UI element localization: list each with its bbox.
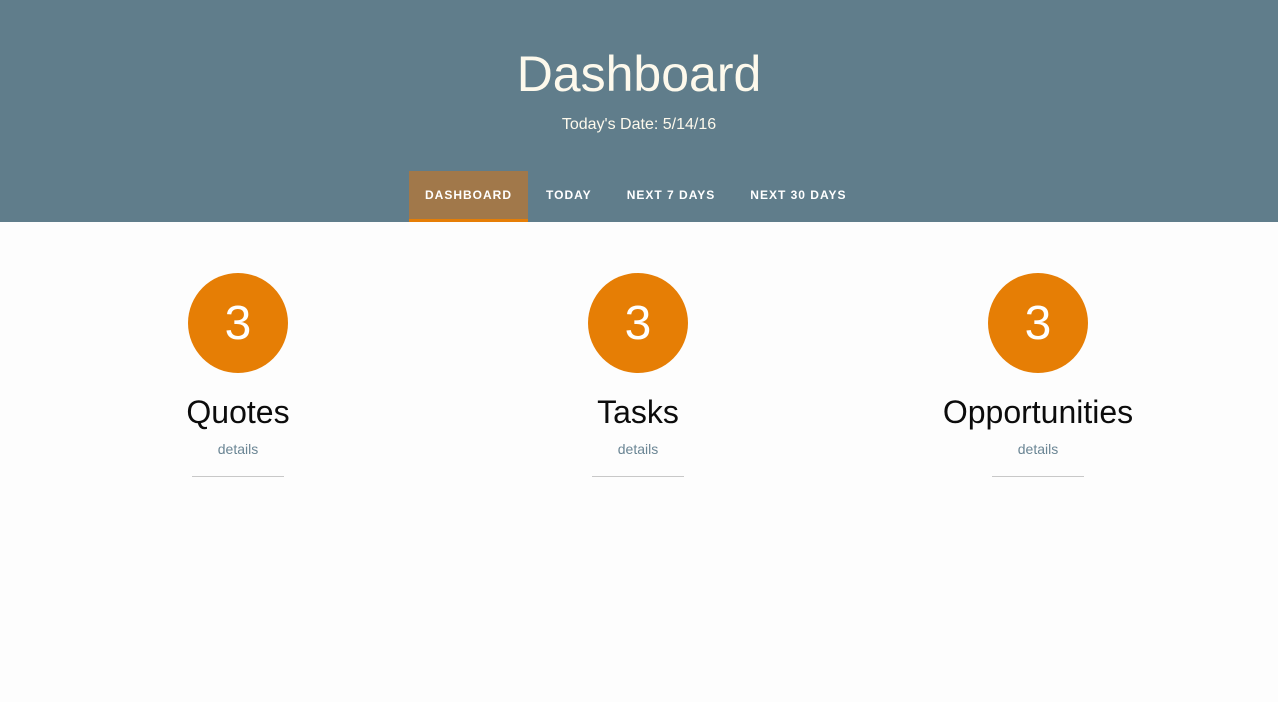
tasks-title: Tasks (597, 394, 679, 430)
tab-today[interactable]: TODAY (528, 171, 609, 222)
header: Dashboard Today's Date: 5/14/16 DASHBOAR… (0, 0, 1278, 222)
opportunities-details-link[interactable]: details (1018, 440, 1058, 458)
page-title: Dashboard (516, 46, 762, 102)
quotes-count-badge: 3 (188, 273, 288, 373)
opportunities-count-badge: 3 (988, 273, 1088, 373)
tab-bar: DASHBOARD TODAY NEXT 7 DAYS NEXT 30 DAYS (409, 171, 864, 222)
tab-next-7-days[interactable]: NEXT 7 DAYS (609, 171, 733, 222)
opportunities-title: Opportunities (942, 394, 1134, 430)
tab-next-30-days[interactable]: NEXT 30 DAYS (732, 171, 863, 222)
tasks-card: 3 Tasks details (488, 273, 788, 477)
opportunities-card: 3 Opportunities details (888, 273, 1188, 477)
tasks-divider (592, 476, 684, 477)
quotes-divider (192, 476, 284, 477)
tasks-count-badge: 3 (588, 273, 688, 373)
tab-dashboard[interactable]: DASHBOARD (409, 171, 528, 222)
quotes-card: 3 Quotes details (88, 273, 388, 477)
tasks-details-link[interactable]: details (618, 440, 658, 458)
todays-date: Today's Date: 5/14/16 (561, 116, 717, 133)
quotes-title: Quotes (186, 394, 290, 430)
opportunities-divider (992, 476, 1084, 477)
quotes-details-link[interactable]: details (218, 440, 258, 458)
